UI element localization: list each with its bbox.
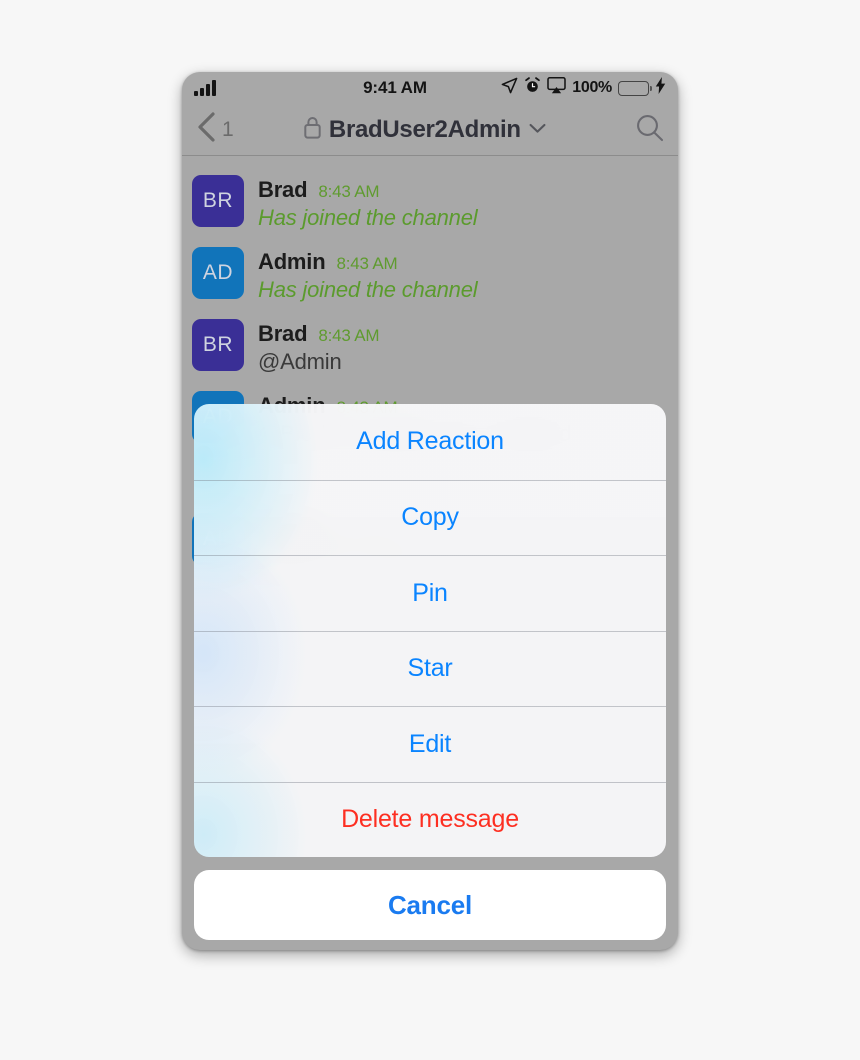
location-arrow-icon	[501, 77, 518, 99]
status-bar-clock: 9:41 AM	[363, 78, 427, 97]
action-sheet-item-star[interactable]: Star	[194, 630, 666, 707]
message-row[interactable]: BR Brad 8:43 AM Has joined the channel	[182, 167, 678, 239]
channel-name: BradUser2Admin	[328, 115, 521, 143]
message-header: Brad 8:43 AM	[258, 321, 664, 347]
charging-bolt-icon	[655, 77, 666, 99]
chevron-down-icon	[529, 121, 546, 139]
action-sheet-item-pin[interactable]: Pin	[194, 555, 666, 631]
search-icon	[635, 113, 664, 147]
navigation-bar: 1 BradUser2Admin	[182, 104, 678, 156]
action-sheet-item-edit[interactable]: Edit	[194, 706, 666, 782]
message-timestamp: 8:43 AM	[318, 326, 380, 345]
message-text: Has joined the channel	[258, 205, 478, 230]
status-bar: 9:41 AM 100%	[182, 72, 678, 104]
avatar[interactable]: BR	[192, 319, 244, 371]
alarm-clock-icon	[524, 77, 541, 99]
message-header: Admin 8:43 AM	[258, 249, 664, 275]
message-row[interactable]: AD Admin 8:43 AM Has joined the channel	[182, 239, 678, 311]
message-timestamp: 8:43 AM	[336, 254, 398, 273]
message-body: Brad 8:43 AM Has joined the channel	[258, 175, 664, 231]
message-text: @Admin	[258, 349, 342, 374]
message-timestamp: 8:43 AM	[318, 182, 380, 201]
chevron-left-icon	[196, 112, 216, 147]
status-bar-indicators: 100%	[476, 77, 666, 99]
airplay-icon	[547, 77, 567, 99]
action-sheet-item-delete-message[interactable]: Delete message	[194, 781, 666, 858]
lock-icon	[304, 116, 321, 144]
action-sheet-item-add-reaction[interactable]: Add Reaction	[194, 404, 666, 480]
message-author: Admin	[258, 249, 326, 274]
action-sheet-item-copy[interactable]: Copy	[194, 479, 666, 556]
signal-strength-icon	[194, 80, 314, 96]
battery-icon	[618, 80, 652, 96]
message-author: Brad	[258, 321, 308, 346]
avatar[interactable]: BR	[192, 175, 244, 227]
message-body: Admin 8:43 AM Has joined the channel	[258, 247, 664, 303]
message-header: Brad 8:43 AM	[258, 177, 664, 203]
phone-device-frame: 9:41 AM 100% 1 BradUser2Admin BR Brad 8:…	[182, 72, 678, 950]
channel-title-button[interactable]: BradUser2Admin	[220, 116, 630, 144]
message-text: Has joined the channel	[258, 277, 478, 302]
action-sheet: Add Reaction Copy Pin Star Edit Delete m…	[194, 404, 666, 857]
screenshot-canvas: 9:41 AM 100% 1 BradUser2Admin BR Brad 8:…	[0, 0, 860, 1060]
message-author: Brad	[258, 177, 308, 202]
message-body: Brad 8:43 AM @Admin	[258, 319, 664, 375]
search-button[interactable]	[630, 113, 664, 147]
battery-percentage: 100%	[572, 79, 612, 96]
avatar[interactable]: AD	[192, 247, 244, 299]
message-row[interactable]: BR Brad 8:43 AM @Admin	[182, 311, 678, 383]
cancel-button[interactable]: Cancel	[194, 870, 666, 940]
